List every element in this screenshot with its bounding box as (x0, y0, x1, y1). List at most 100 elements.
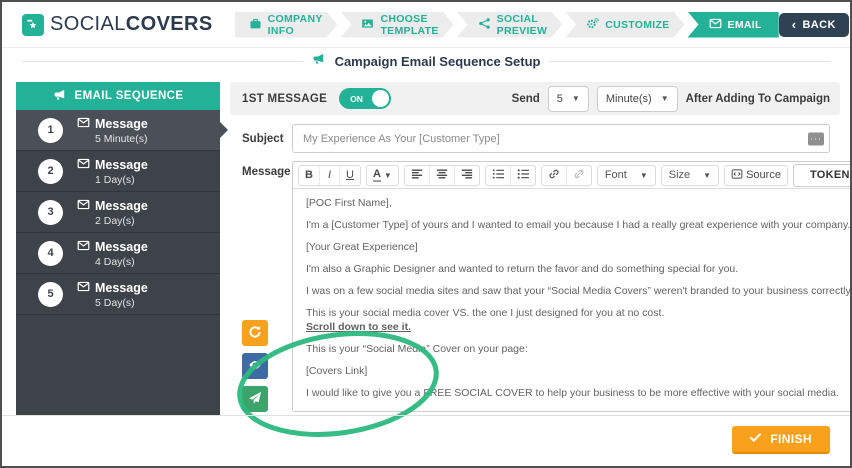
briefcase-icon (249, 17, 262, 33)
share-icon (478, 17, 491, 33)
image-icon (361, 17, 374, 33)
text-color-button[interactable]: A ▼ (367, 166, 398, 185)
back-button[interactable]: ‹ BACK (778, 12, 849, 37)
finish-button[interactable]: FINISH (732, 426, 830, 454)
send-test-button[interactable] (242, 386, 268, 412)
bold-button[interactable]: B (299, 166, 319, 185)
sequence-item-subtitle: 5 Minute(s) (95, 132, 148, 145)
sequence-number-badge: 2 (38, 158, 63, 184)
source-button[interactable]: Source (725, 166, 787, 185)
sidebar-header-label: EMAIL SEQUENCE (74, 90, 184, 102)
unlink-button[interactable] (565, 165, 591, 185)
subject-label: Subject (242, 132, 284, 145)
underline-button[interactable]: U (339, 165, 360, 185)
sequence-item-2[interactable]: 2 Message 1 Day(s) (16, 151, 220, 192)
message-editor: B I U A ▼ Font ▼ Size ▼ Source TOKEN [PO… (292, 161, 852, 412)
envelope-icon (709, 17, 722, 33)
send-label: Send (511, 92, 540, 105)
unordered-list-icon (517, 168, 529, 183)
editor-paragraph: I was on a few social media sites and sa… (306, 285, 852, 297)
after-adding-label: After Adding To Campaign (685, 92, 830, 105)
editor-paragraph: Scroll down to see it. (306, 321, 412, 333)
chevron-left-icon: ‹ (791, 17, 797, 32)
editor-paragraph: This is your “Social Media” Cover on you… (306, 343, 528, 355)
editor-body[interactable]: [POC First Name], I'm a [Customer Type] … (293, 189, 852, 411)
text-color-label: A (372, 167, 381, 182)
step-label: CHOOSE TEMPLATE (380, 12, 439, 37)
delay-value-select[interactable]: 5 ▼ (547, 85, 589, 112)
editor-paragraph: I'm also a Graphic Designer and wanted t… (306, 263, 739, 275)
size-dropdown[interactable]: Size ▼ (662, 166, 718, 185)
align-left-button[interactable] (405, 166, 429, 185)
refresh-button[interactable] (242, 320, 268, 346)
envelope-icon (77, 239, 90, 255)
sequence-item-title: Message (95, 239, 148, 254)
message-header-bar: 1ST MESSAGE ON Send 5 ▼ Minute(s) ▼ Afte… (230, 82, 840, 115)
sequence-number-badge: 3 (38, 199, 63, 225)
sequence-item-3[interactable]: 3 Message 2 Day(s) (16, 192, 220, 233)
unlink-icon (573, 168, 585, 183)
envelope-icon (77, 280, 90, 296)
editor-paragraph: [POC First Name], (306, 197, 392, 209)
sidebar-header: EMAIL SEQUENCE (16, 82, 220, 110)
chevron-down-icon: ▼ (660, 94, 669, 103)
step-email[interactable]: EMAIL (687, 11, 779, 38)
divider-line (549, 60, 831, 62)
sequence-item-1[interactable]: 1 Message 5 Minute(s) (16, 110, 228, 151)
font-dropdown[interactable]: Font ▼ (598, 166, 655, 185)
back-button-label: BACK (802, 18, 836, 31)
message-label: Message (242, 166, 291, 178)
sequence-item-subtitle: 2 Day(s) (95, 214, 135, 227)
step-customize[interactable]: CUSTOMIZE (565, 12, 684, 38)
eye-icon (248, 358, 262, 375)
megaphone-icon (312, 52, 326, 71)
subject-input[interactable] (292, 124, 830, 153)
chevron-down-icon: ▼ (383, 170, 392, 180)
delay-value: 5 (556, 92, 563, 105)
step-label: COMPANY INFO (267, 12, 323, 37)
megaphone-icon (53, 88, 67, 105)
app-window: SOCIALCOVERS COMPANY INFO CHOOSE TEMPLAT… (0, 0, 852, 468)
brand-logo-icon (22, 13, 44, 36)
preview-button[interactable] (242, 353, 268, 379)
sequence-item-title: Message (95, 157, 148, 172)
unordered-list-button[interactable] (509, 165, 535, 185)
align-right-icon (461, 168, 473, 183)
sequence-item-title: Message (95, 198, 148, 213)
step-company-info[interactable]: COMPANY INFO (235, 12, 338, 38)
footer-divider (2, 415, 850, 416)
sequence-item-title: Message (95, 280, 148, 295)
chevron-down-icon: ▼ (639, 170, 648, 180)
italic-button[interactable]: I (319, 165, 339, 185)
tokens-button[interactable]: TOKENS (792, 163, 850, 187)
size-dropdown-label: Size (668, 169, 691, 181)
finish-button-label: FINISH (770, 432, 812, 446)
subject-token-button[interactable]: ··· (808, 132, 824, 145)
message-on-toggle[interactable]: ON (339, 88, 392, 109)
page-title: Campaign Email Sequence Setup (334, 53, 541, 69)
envelope-icon (77, 157, 90, 173)
sequence-item-4[interactable]: 4 Message 4 Day(s) (16, 233, 220, 274)
step-label: SOCIAL PREVIEW (496, 12, 548, 37)
source-icon (731, 168, 743, 183)
sequence-item-5[interactable]: 5 Message 5 Day(s) (16, 274, 220, 315)
delay-unit-select[interactable]: Minute(s) ▼ (596, 85, 678, 112)
divider-line (22, 60, 303, 62)
link-icon (548, 168, 560, 183)
message-row: Message B I U A ▼ Font ▼ Size ▼ Source T… (230, 161, 850, 412)
wizard-steps: COMPANY INFO CHOOSE TEMPLATE SOCIAL PREV… (235, 11, 779, 38)
message-header-label: 1ST MESSAGE (242, 92, 328, 105)
envelope-icon (77, 116, 90, 132)
envelope-icon (77, 198, 90, 214)
top-bar: SOCIALCOVERS COMPANY INFO CHOOSE TEMPLAT… (2, 2, 850, 48)
step-social-preview[interactable]: SOCIAL PREVIEW (457, 12, 563, 38)
message-panel: 1ST MESSAGE ON Send 5 ▼ Minute(s) ▼ Afte… (230, 82, 850, 412)
align-left-icon (411, 168, 423, 183)
ordered-list-icon (492, 168, 504, 183)
step-choose-template[interactable]: CHOOSE TEMPLATE (340, 12, 453, 38)
link-button[interactable] (542, 166, 566, 185)
editor-paragraph: [Covers Link] (306, 365, 368, 377)
align-right-button[interactable] (453, 165, 479, 185)
align-center-button[interactable] (428, 165, 454, 185)
ordered-list-button[interactable] (486, 166, 510, 185)
